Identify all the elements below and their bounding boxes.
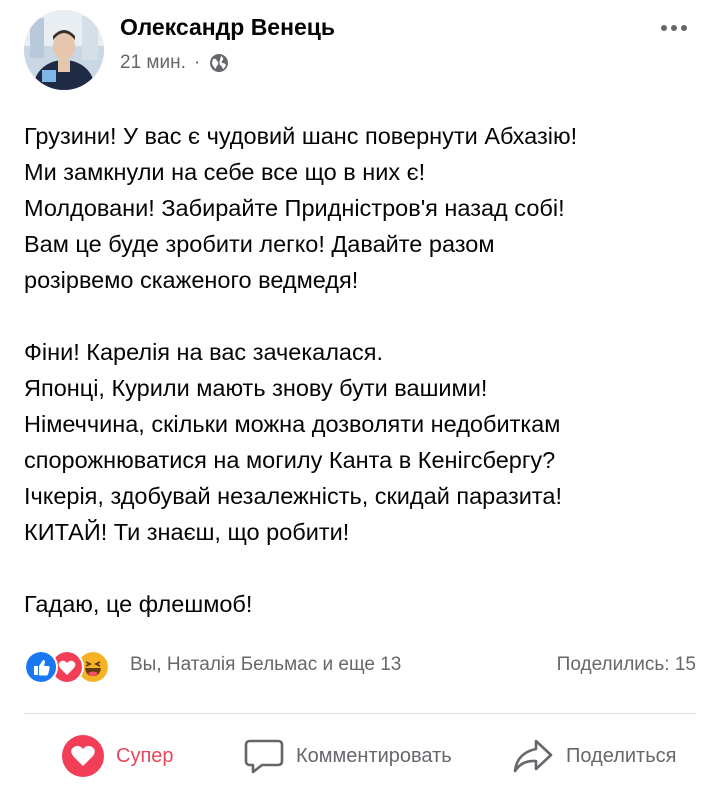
- post-paragraph: Грузини! У вас є чудовий шанс повернути …: [24, 118, 694, 298]
- reaction-stats: Вы, Наталія Бельмас и еще 13 Поделились:…: [24, 648, 696, 684]
- comment-button[interactable]: Комментировать: [244, 726, 452, 786]
- dot: [671, 25, 677, 31]
- love-reaction-button[interactable]: Супер: [62, 726, 174, 786]
- post-meta: 21 мин. ·: [120, 52, 230, 74]
- dot: [681, 25, 687, 31]
- author-name[interactable]: Олександр Венець: [120, 14, 335, 41]
- post-line: Гадаю, це флешмоб!: [24, 591, 253, 617]
- globe-icon: [210, 54, 229, 72]
- shares-count[interactable]: Поделились: 15: [557, 654, 696, 676]
- love-reaction-label: Супер: [116, 744, 174, 767]
- comment-icon: [244, 739, 284, 774]
- post-body: Грузини! У вас є чудовий шанс повернути …: [24, 118, 694, 658]
- avatar[interactable]: [24, 10, 104, 90]
- post-paragraph: Фіни! Карелія на вас зачекалася. Японці,…: [24, 334, 694, 550]
- post-header: Олександр Венець 21 мин. ·: [24, 10, 694, 92]
- post-line: Німеччина, скільки можна дозволяти недоб…: [24, 411, 561, 437]
- post-paragraph: Гадаю, це флешмоб!: [24, 586, 694, 622]
- more-options-icon[interactable]: [654, 16, 694, 40]
- post-time[interactable]: 21 мин.: [120, 52, 186, 74]
- post-line: Грузини! У вас є чудовий шанс повернути …: [24, 123, 578, 149]
- love-icon: [62, 735, 104, 777]
- post-line: спорожнюватися на могилу Канта в Кенігсб…: [24, 447, 556, 473]
- meta-separator: ·: [193, 52, 201, 73]
- avatar-photo: [24, 10, 104, 90]
- post-line: Фіни! Карелія на вас зачекалася.: [24, 339, 383, 365]
- share-button[interactable]: Поделиться: [512, 726, 676, 786]
- post-line: Японці, Курили мають знову бути вашими!: [24, 375, 488, 401]
- post-line: Ічкерія, здобувай незалежність, скидай п…: [24, 483, 563, 509]
- share-icon: [513, 739, 553, 773]
- post-line: Вам це буде зробити легко! Давайте разом: [24, 231, 495, 257]
- reactions-summary[interactable]: Вы, Наталія Бельмас и еще 13: [130, 654, 401, 676]
- action-bar: Супер Комментировать Поделиться: [24, 726, 696, 786]
- share-label: Поделиться: [566, 744, 677, 767]
- post-line: Ми замкнули на себе все що в них є!: [24, 159, 426, 185]
- dot: [661, 25, 667, 31]
- like-icon: [24, 650, 58, 684]
- post-line: Молдовани! Забирайте Придністров'я назад…: [24, 195, 565, 221]
- post-line: КИТАЙ! Ти знаєш, що робити!: [24, 519, 350, 545]
- reaction-icons[interactable]: [24, 650, 124, 684]
- post-line: розірвемо скаженого ведмедя!: [24, 267, 359, 293]
- divider: [24, 713, 696, 714]
- comment-label: Комментировать: [296, 744, 452, 767]
